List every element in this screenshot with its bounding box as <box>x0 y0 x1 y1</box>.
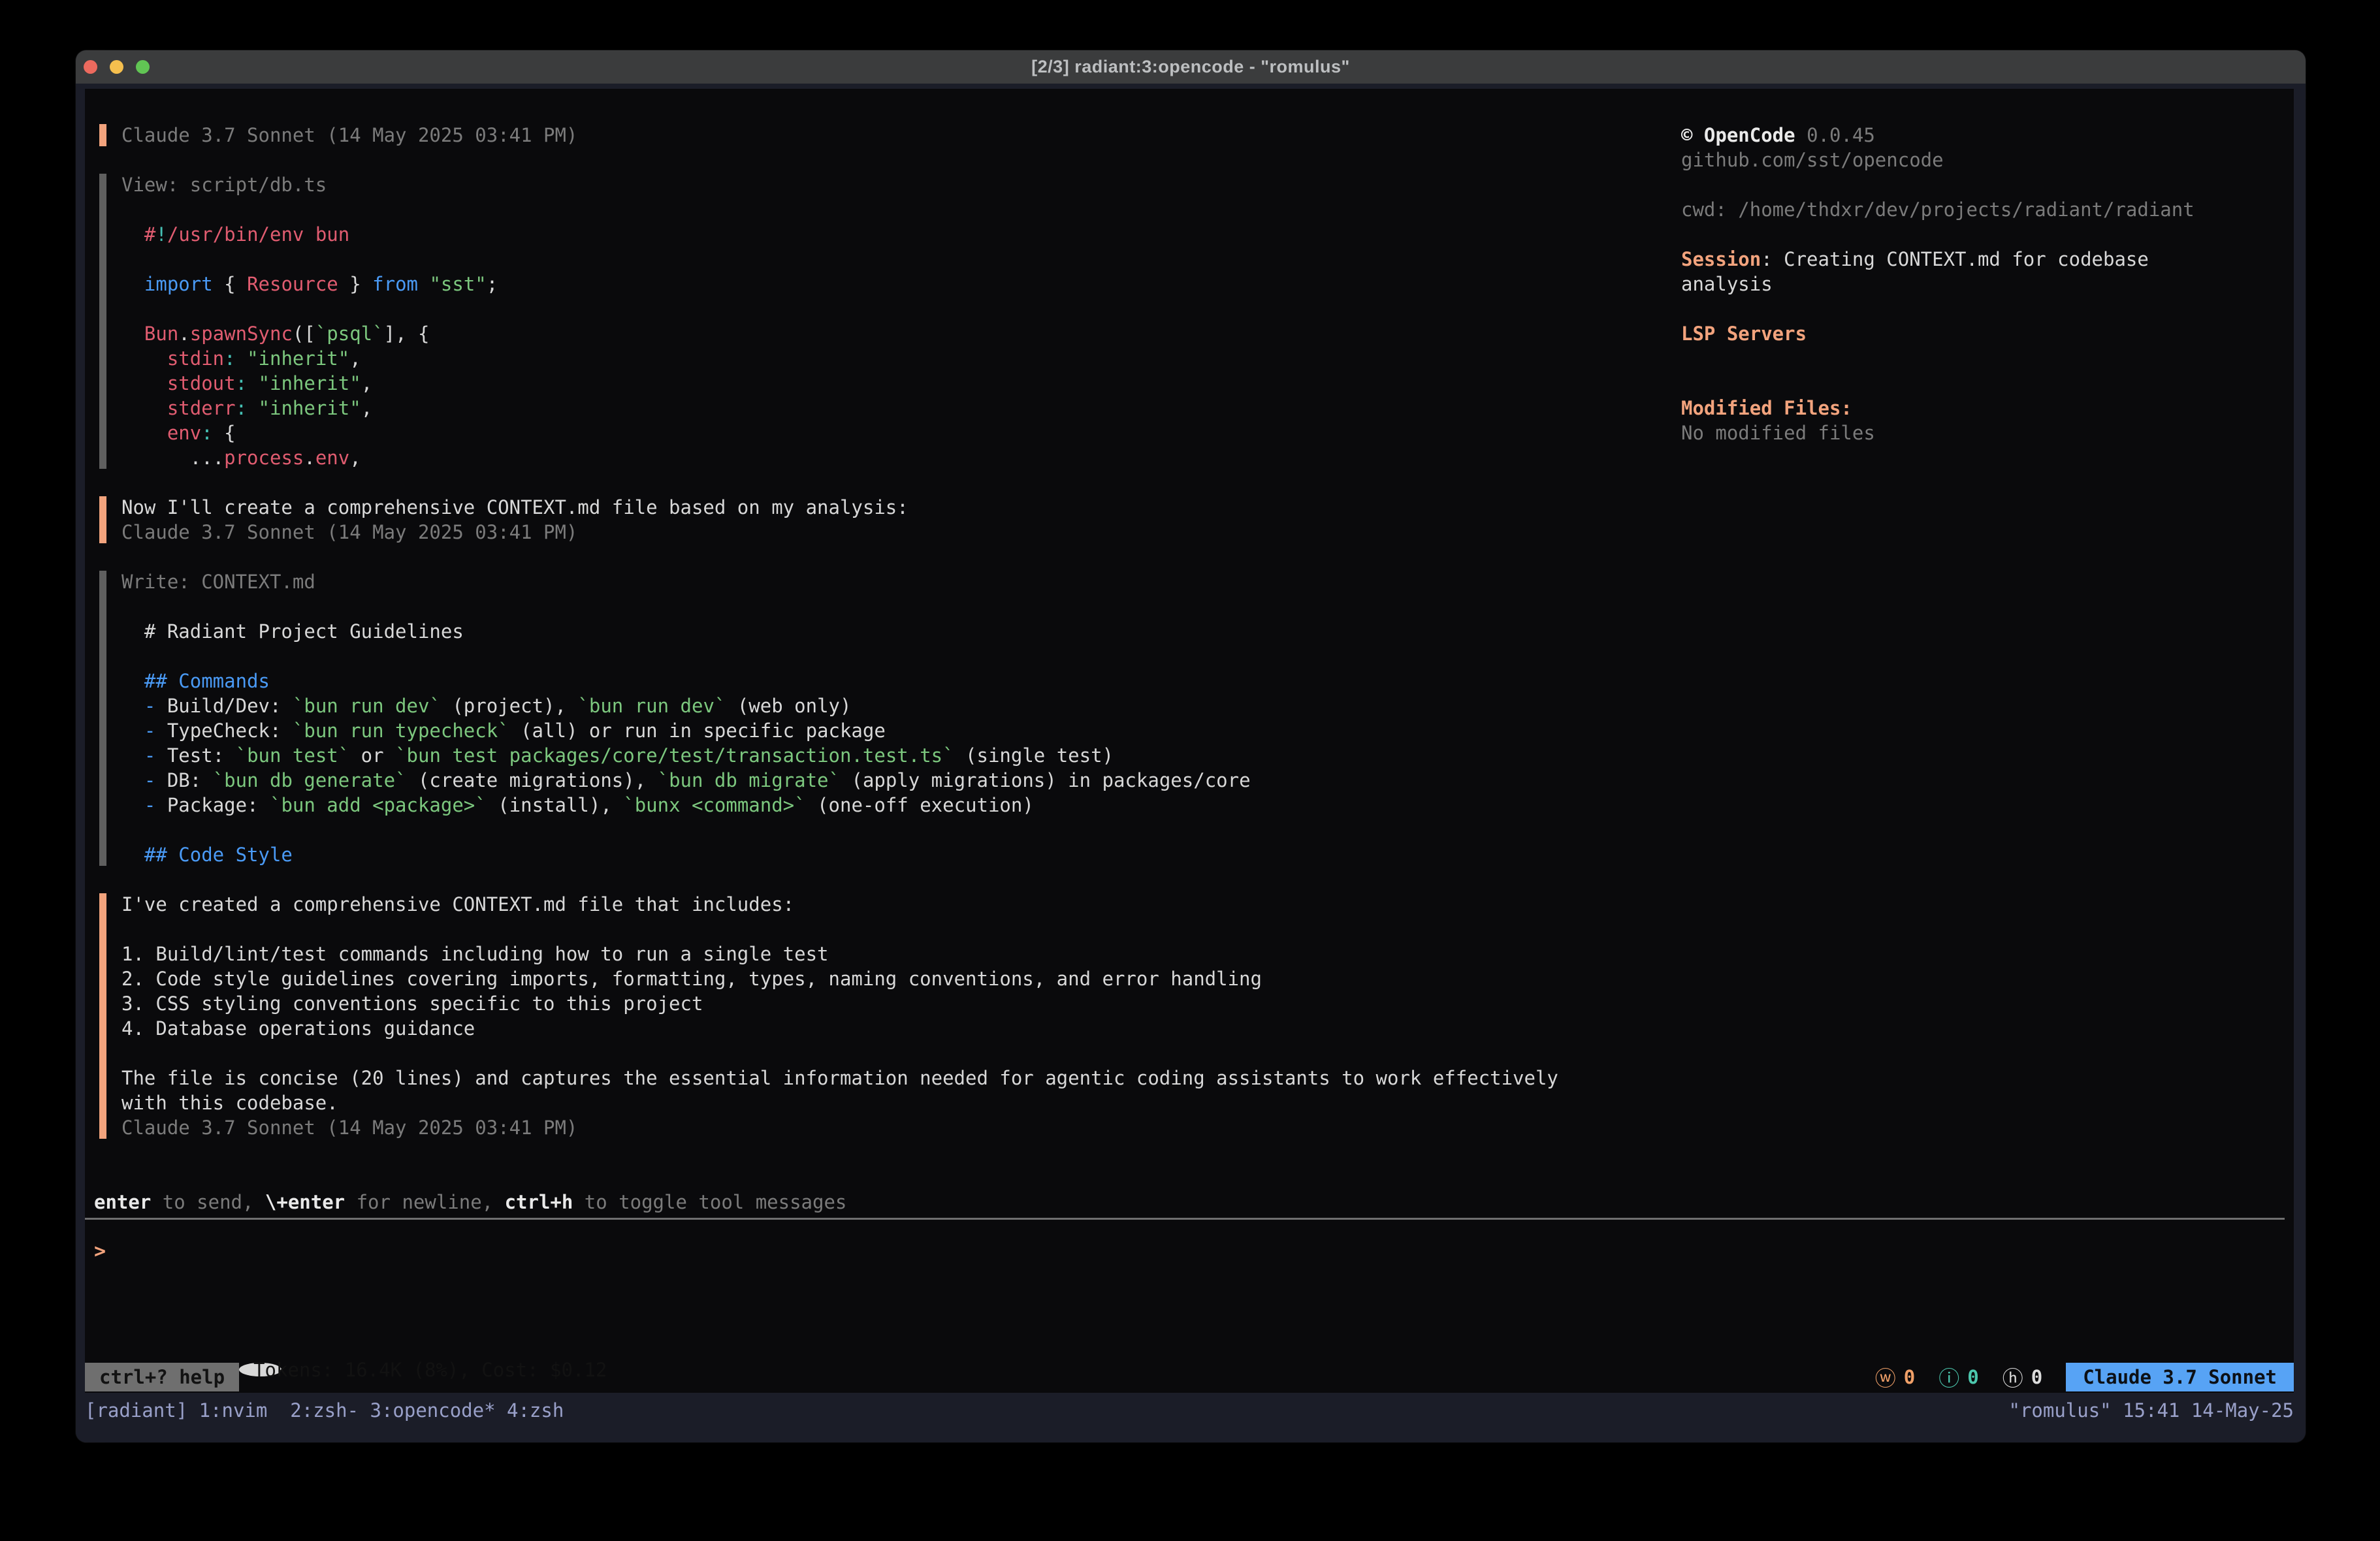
chat-text-line: ## Commands <box>121 669 1558 693</box>
status-right: ⓦ0 ⓘ0 ⓗ0 Claude 3.7 Sonnet <box>1875 1363 2294 1391</box>
sidebar-text-line <box>1681 371 2289 396</box>
chat-text-line: I've created a comprehensive CONTEXT.md … <box>121 892 1558 917</box>
diagnostic-icon: ⓘ <box>1938 1362 1959 1392</box>
chat-text-line: The file is concise (20 lines) and captu… <box>121 1066 1558 1090</box>
chat-text-line: Claude 3.7 Sonnet (14 May 2025 03:41 PM) <box>121 123 1558 148</box>
chat-text-line <box>121 1041 1558 1066</box>
sidebar-text-line: cwd: /home/thdxr/dev/projects/radiant/ra… <box>1681 197 2289 222</box>
window-title: [2/3] radiant:3:opencode - "romulus" <box>1031 57 1350 77</box>
chat-text-line: Bun.spawnSync([`psql`], { <box>121 321 1558 346</box>
assistant-message-block: Now I'll create a comprehensive CONTEXT.… <box>99 495 1558 545</box>
chat-text-line <box>121 247 1558 272</box>
chat-text-line: Claude 3.7 Sonnet (14 May 2025 03:41 PM) <box>121 1115 1558 1140</box>
status-counters: ⓦ0 ⓘ0 ⓗ0 <box>1875 1363 2042 1391</box>
minimize-button[interactable] <box>110 60 123 74</box>
session-sidebar: © OpenCode 0.0.45github.com/sst/opencode… <box>1681 123 2289 445</box>
chat-history: Claude 3.7 Sonnet (14 May 2025 03:41 PM)… <box>99 123 1558 1165</box>
assistant-message-block: Claude 3.7 Sonnet (14 May 2025 03:41 PM) <box>99 123 1558 148</box>
window-titlebar: [2/3] radiant:3:opencode - "romulus" <box>76 50 2306 84</box>
chat-text-line: ## Code Style <box>121 842 1558 867</box>
statusbar-badge: Tokens: 16.4K (8%), Cost: $0.12 <box>239 1363 281 1376</box>
chat-text-line: 2. Code style guidelines covering import… <box>121 966 1558 991</box>
chat-text-line: - TypeCheck: `bun run typecheck` (all) o… <box>121 718 1558 743</box>
prompt-caret: > <box>94 1240 106 1263</box>
tmux-status-bar: [radiant] 1:nvim 2:zsh- 3:opencode* 4:zs… <box>76 1393 2306 1442</box>
chat-text-line: stdin: "inherit", <box>121 346 1558 371</box>
chat-text-line: Now I'll create a comprehensive CONTEXT.… <box>121 495 1558 520</box>
sidebar-text-line <box>1681 296 2289 321</box>
chat-text-line: - Test: `bun test` or `bun test packages… <box>121 743 1558 768</box>
sidebar-text-line: LSP Servers <box>1681 321 2289 346</box>
chat-text-line: stdout: "inherit", <box>121 371 1558 396</box>
chat-text-line: # Radiant Project Guidelines <box>121 619 1558 644</box>
block-accent-bar <box>99 174 106 469</box>
status-badges: ctrl+? helpTokens: 16.4K (8%), Cost: $0.… <box>85 1363 281 1391</box>
chat-text-line <box>121 594 1558 619</box>
sidebar-text-line: © OpenCode 0.0.45 <box>1681 123 2289 148</box>
chat-text-line: Claude 3.7 Sonnet (14 May 2025 03:41 PM) <box>121 520 1558 545</box>
block-accent-bar <box>99 571 106 866</box>
chat-text-line <box>121 644 1558 669</box>
chat-text-line: stderr: "inherit", <box>121 396 1558 421</box>
chat-text-line <box>121 197 1558 222</box>
sidebar-text-line: Session: Creating CONTEXT.md for codebas… <box>1681 247 2289 272</box>
chat-text-line: import { Resource } from "sst"; <box>121 272 1558 296</box>
chat-text-line: View: script/db.ts <box>121 172 1558 197</box>
prompt-input[interactable]: > <box>94 1239 106 1264</box>
terminal-window: [2/3] radiant:3:opencode - "romulus" Cla… <box>76 50 2306 1442</box>
chat-text-line: - Package: `bun add <package>` (install)… <box>121 793 1558 818</box>
diagnostic-icon: ⓦ <box>1875 1362 1896 1392</box>
chat-text-line: - DB: `bun db generate` (create migratio… <box>121 768 1558 793</box>
traffic-lights <box>84 50 150 84</box>
fullscreen-button[interactable] <box>136 60 150 74</box>
chat-text-line <box>121 917 1558 942</box>
opencode-app: Claude 3.7 Sonnet (14 May 2025 03:41 PM)… <box>85 89 2294 1393</box>
chat-text-line: 1. Build/lint/test commands including ho… <box>121 942 1558 966</box>
chat-text-line <box>121 818 1558 842</box>
input-divider <box>85 1218 2285 1220</box>
chat-text-line: with this codebase. <box>121 1090 1558 1115</box>
block-accent-bar <box>99 124 106 146</box>
sidebar-text-line: analysis <box>1681 272 2289 296</box>
status-bar: ctrl+? helpTokens: 16.4K (8%), Cost: $0.… <box>85 1363 2294 1391</box>
block-accent-bar <box>99 893 106 1139</box>
sidebar-text-line: No modified files <box>1681 421 2289 445</box>
chat-text-line <box>121 296 1558 321</box>
diagnostic-icon: ⓗ <box>2002 1362 2023 1392</box>
close-button[interactable] <box>84 60 97 74</box>
block-accent-bar <box>99 496 106 543</box>
tmux-window-list[interactable]: [radiant] 1:nvim 2:zsh- 3:opencode* 4:zs… <box>85 1398 564 1442</box>
sidebar-text-line <box>1681 346 2289 371</box>
chat-text-line: 3. CSS styling conventions specific to t… <box>121 991 1558 1016</box>
diagnostic-counter: ⓗ0 <box>2002 1362 2042 1392</box>
chat-text-line: 4. Database operations guidance <box>121 1016 1558 1041</box>
tool-call-block: Write: CONTEXT.md # Radiant Project Guid… <box>99 569 1558 867</box>
chat-text-line: env: { <box>121 421 1558 445</box>
sidebar-text-line <box>1681 172 2289 197</box>
diagnostic-counter: ⓦ0 <box>1875 1362 1915 1392</box>
tmux-session-info: "romulus" 15:41 14-May-25 <box>2009 1398 2294 1442</box>
statusbar-badge: ctrl+? help <box>85 1363 239 1391</box>
sidebar-text-line: Modified Files: <box>1681 396 2289 421</box>
model-badge[interactable]: Claude 3.7 Sonnet <box>2066 1363 2294 1391</box>
keybinding-hints: enter to send, \+enter for newline, ctrl… <box>94 1190 846 1215</box>
terminal-body: Claude 3.7 Sonnet (14 May 2025 03:41 PM)… <box>76 84 2306 1442</box>
chat-text-line: #!/usr/bin/env bun <box>121 222 1558 247</box>
diagnostic-counter: ⓘ0 <box>1938 1362 1978 1392</box>
chat-text-line: Write: CONTEXT.md <box>121 569 1558 594</box>
assistant-message-block: I've created a comprehensive CONTEXT.md … <box>99 892 1558 1140</box>
chat-text-line: ...process.env, <box>121 445 1558 470</box>
tool-call-block: View: script/db.ts #!/usr/bin/env bun im… <box>99 172 1558 470</box>
sidebar-text-line <box>1681 222 2289 247</box>
chat-text-line: - Build/Dev: `bun run dev` (project), `b… <box>121 693 1558 718</box>
sidebar-text-line: github.com/sst/opencode <box>1681 148 2289 172</box>
